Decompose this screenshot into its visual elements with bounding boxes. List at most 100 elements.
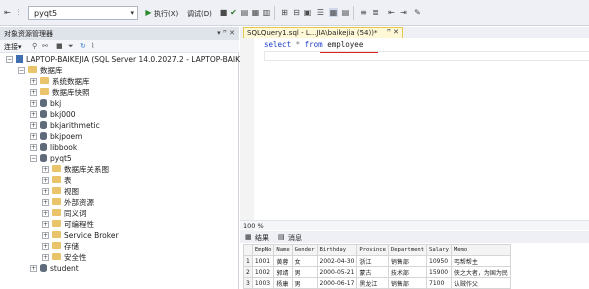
query-designer-icon[interactable]: ⊞ bbox=[280, 8, 289, 17]
table-row[interactable]: 3 1003 杨康男 2000-06-17 黑龙江 销售部 7100 认贼作父 bbox=[243, 277, 511, 289]
expand-icon[interactable]: + bbox=[30, 78, 37, 85]
filter-icon[interactable]: ⫶ bbox=[14, 8, 23, 17]
column-header[interactable]: Salary bbox=[426, 244, 452, 256]
table-row[interactable]: 1 1001 黄蓉女 2002-04-30 浙江 销售部 10950 丐帮帮主 bbox=[243, 255, 511, 267]
table-cell[interactable]: 7100 bbox=[426, 277, 452, 289]
execute-button[interactable]: 执行(X) bbox=[154, 9, 178, 19]
tree-node[interactable]: + Service Broker bbox=[42, 230, 119, 241]
stop-icon[interactable]: ■ bbox=[56, 42, 63, 50]
table-cell[interactable]: 男 bbox=[291, 277, 318, 289]
table-cell[interactable]: 销售部 bbox=[387, 277, 428, 289]
table-row[interactable]: 2 1002 郭靖男 2000-05-21 蒙古 技术部 15900 侠之大者，为国为民 bbox=[243, 266, 511, 278]
activity-monitor-icon[interactable]: ⌇ bbox=[91, 42, 94, 50]
tree-node[interactable]: + bkj000 bbox=[30, 109, 76, 120]
connect-icon[interactable]: ⚲ bbox=[32, 42, 37, 50]
column-header[interactable]: Birthday bbox=[316, 244, 358, 256]
expand-icon[interactable]: + bbox=[42, 232, 49, 239]
outdent-icon[interactable]: ⇤ bbox=[3, 8, 12, 17]
column-header[interactable]: EmpNo bbox=[251, 244, 275, 256]
zoom-select[interactable]: 100 % bbox=[243, 222, 264, 230]
tree-node[interactable]: + 视图 bbox=[42, 186, 79, 197]
debug-button[interactable]: 调试(D) bbox=[187, 9, 212, 19]
table-cell[interactable]: 黄蓉 bbox=[273, 255, 293, 267]
table-cell[interactable]: 15900 bbox=[426, 266, 452, 278]
intellisense-icon[interactable]: ▥ bbox=[262, 8, 271, 17]
tree-node[interactable]: + 表 bbox=[42, 175, 72, 186]
collapse-icon[interactable]: − bbox=[18, 67, 25, 74]
tree-node[interactable]: + 存储 bbox=[42, 241, 79, 252]
query-options-icon[interactable]: ▦ bbox=[251, 8, 260, 17]
display-plan-icon[interactable]: ▤ bbox=[240, 8, 249, 17]
specify-values-icon[interactable]: ✎ bbox=[413, 8, 422, 17]
connect-button[interactable]: 连接▾ bbox=[4, 42, 22, 52]
uncomment-icon[interactable]: ≣ bbox=[371, 8, 380, 17]
column-header[interactable] bbox=[243, 244, 253, 256]
expand-icon[interactable]: + bbox=[30, 111, 37, 118]
tree-node[interactable]: + 外部资源 bbox=[42, 197, 94, 208]
tab-close-icon[interactable]: ꟸ ✕ bbox=[387, 28, 399, 36]
expand-icon[interactable]: + bbox=[30, 133, 37, 140]
row-number[interactable]: 3 bbox=[243, 277, 253, 289]
filter-icon[interactable]: ⏷ bbox=[68, 42, 74, 51]
column-header[interactable]: Gender bbox=[291, 244, 318, 256]
expand-icon[interactable]: + bbox=[42, 166, 49, 173]
tree-node[interactable]: + 可编程性 bbox=[42, 219, 94, 230]
expand-icon[interactable]: + bbox=[30, 122, 37, 129]
expand-icon[interactable]: + bbox=[30, 265, 37, 272]
expand-icon[interactable]: + bbox=[42, 177, 49, 184]
expand-icon[interactable]: + bbox=[42, 188, 49, 195]
sql-code-area[interactable]: select * from employee bbox=[240, 38, 589, 234]
results-to-text-icon[interactable]: ☰ bbox=[316, 8, 325, 17]
refresh-icon[interactable]: ↻ bbox=[80, 42, 86, 50]
row-number[interactable]: 2 bbox=[243, 266, 253, 278]
include-plan-icon[interactable]: ⊟ bbox=[292, 8, 301, 17]
table-cell[interactable]: 10950 bbox=[426, 255, 452, 267]
tree-node[interactable]: + 数据库快照 bbox=[30, 87, 90, 98]
panel-pin-close-icons[interactable]: ▾ ꟸ ✕ bbox=[217, 29, 235, 37]
collapse-icon[interactable]: − bbox=[6, 56, 13, 63]
increase-indent-icon[interactable]: ⇥ bbox=[399, 8, 408, 17]
table-cell[interactable]: 1001 bbox=[251, 255, 275, 267]
decrease-indent-icon[interactable]: ⇤ bbox=[387, 8, 396, 17]
row-number[interactable]: 1 bbox=[243, 255, 253, 267]
client-stats-icon[interactable]: ▣ bbox=[303, 8, 312, 17]
tree-node[interactable]: + libbook bbox=[30, 142, 77, 153]
tree-node[interactable]: − pyqt5 bbox=[30, 153, 72, 164]
table-cell[interactable]: 2002-04-30 bbox=[316, 255, 358, 267]
table-cell[interactable]: 杨康 bbox=[273, 277, 293, 289]
expand-icon[interactable]: + bbox=[30, 144, 37, 151]
table-cell[interactable]: 2000-06-17 bbox=[316, 277, 358, 289]
disconnect-icon[interactable]: ⚯ bbox=[42, 42, 48, 50]
table-cell[interactable]: 黑龙江 bbox=[356, 277, 389, 289]
tree-node[interactable]: − LAPTOP-BAIKEJIA (SQL Server 14.0.2027.2… bbox=[6, 54, 245, 65]
tab-results[interactable]: 结果 bbox=[255, 233, 269, 243]
expand-icon[interactable]: + bbox=[42, 254, 49, 261]
column-header[interactable]: Province bbox=[356, 244, 389, 256]
table-cell[interactable]: 女 bbox=[291, 255, 318, 267]
tree-node[interactable]: − 数据库 bbox=[18, 65, 63, 76]
tree-node[interactable]: + 安全性 bbox=[42, 252, 87, 263]
tree-node[interactable]: + bkjarithmetic bbox=[30, 120, 100, 131]
table-cell[interactable]: 蒙古 bbox=[356, 266, 389, 278]
tree-node[interactable]: + student bbox=[30, 263, 79, 274]
expand-icon[interactable]: + bbox=[42, 210, 49, 217]
table-cell[interactable]: 丐帮帮主 bbox=[450, 255, 511, 267]
table-cell[interactable]: 认贼作父 bbox=[450, 277, 511, 289]
table-cell[interactable]: 浙江 bbox=[356, 255, 389, 267]
database-select[interactable]: pyqt5 ▾ bbox=[28, 6, 138, 20]
table-cell[interactable]: 技术部 bbox=[387, 266, 428, 278]
comment-icon[interactable]: ≡ bbox=[359, 8, 368, 17]
parse-check-icon[interactable]: ✔ bbox=[229, 8, 238, 17]
expand-icon[interactable]: + bbox=[42, 243, 49, 250]
stop-icon[interactable]: ■ bbox=[219, 8, 228, 17]
expand-icon[interactable]: + bbox=[42, 221, 49, 228]
tree-node[interactable]: + 系统数据库 bbox=[30, 76, 90, 87]
tree-node[interactable]: + 数据库关系图 bbox=[42, 164, 109, 175]
table-cell[interactable]: 男 bbox=[291, 266, 318, 278]
execute-icon[interactable]: ▶ bbox=[144, 8, 153, 17]
tab-sqlquery1[interactable]: SQLQuery1.sql - L...JIA\baikejia (54))* … bbox=[243, 27, 403, 38]
tree-node[interactable]: + 同义词 bbox=[42, 208, 87, 219]
expand-icon[interactable]: + bbox=[30, 100, 37, 107]
table-cell[interactable]: 1003 bbox=[251, 277, 275, 289]
column-header[interactable]: Department bbox=[387, 244, 428, 256]
